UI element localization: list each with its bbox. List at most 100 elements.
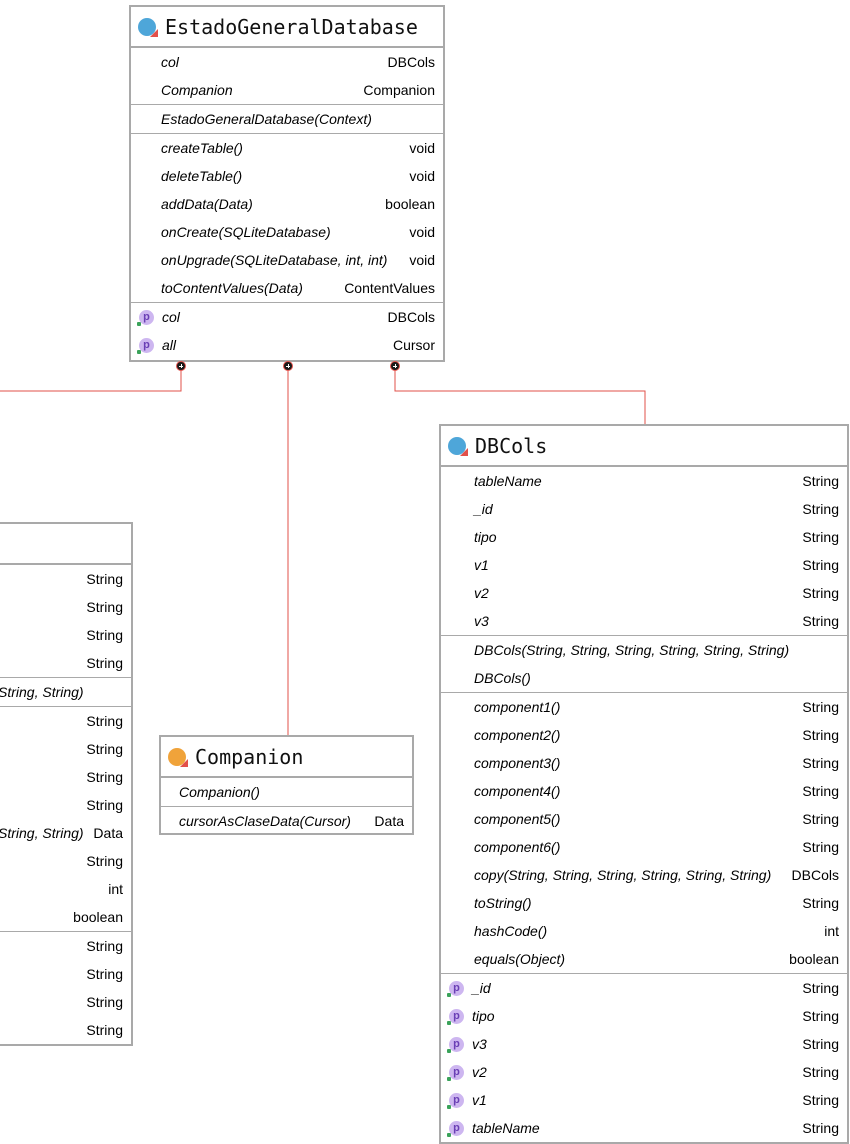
field-row[interactable]: v2 String [441,579,847,607]
member-type: String [802,755,839,771]
member-name: component4() [474,783,561,799]
member-type: String [802,1036,839,1052]
constructor-row[interactable]: DBCols(String, String, String, String, S… [441,636,847,664]
method-row[interactable]: toContentValues(Data) ContentValues [131,274,443,302]
member-type: void [409,140,435,156]
member-name: String, String) [0,825,84,841]
method-row[interactable]: component3() String [441,749,847,777]
property-row[interactable]: p col DBCols [131,303,443,331]
nested-class-connector-icon [283,361,293,371]
member-type: String [86,994,123,1010]
member-signature: DBCols() [474,670,531,686]
method-row[interactable]: addData(Data) boolean [131,190,443,218]
field-row[interactable]: v3 String [441,607,847,635]
property-row[interactable]: p v3 String [441,1030,847,1058]
property-row[interactable]: p v2 String [441,1058,847,1086]
property-row[interactable]: p _id String [441,974,847,1002]
member-type: boolean [385,196,435,212]
member-signature: component2() [474,727,560,743]
property-row[interactable]: String [0,1016,131,1044]
constructor-row[interactable]: EstadoGeneralDatabase(Context) [131,105,443,133]
member-signature: v2 [474,585,489,601]
method-row[interactable]: component1() String [441,693,847,721]
property-icon: p [447,1064,464,1081]
property-row[interactable]: p tableName String [441,1114,847,1142]
field-row[interactable]: tableName String [441,467,847,495]
field-row[interactable]: tipo String [441,523,847,551]
member-type: void [409,168,435,184]
constructor-row[interactable]: DBCols() [441,664,847,692]
member-name: v1 [474,557,489,573]
member-type: boolean [73,909,123,925]
member-signature: cursorAsClaseData(Cursor) [179,813,351,829]
methods-section: createTable() void deleteTable() void addDat… [131,133,443,302]
member-name: all [162,337,177,353]
member-name: EstadoGeneralDatabase(Context) [161,111,372,127]
member-name: deleteTable() [161,168,243,184]
method-row[interactable]: String [0,847,131,875]
constructor-row[interactable]: Companion() [161,778,412,806]
member-signature: component5() [474,811,560,827]
method-row[interactable]: deleteTable() void [131,162,443,190]
member-type: String [802,895,839,911]
method-row[interactable]: int [0,875,131,903]
method-row[interactable]: hashCode() int [441,917,847,945]
dbcols-class[interactable]: DBCols tableName String _id String tipo Strin… [439,424,849,1144]
member-signature: tableName [474,473,542,489]
methods-section: cursorAsClaseData(Cursor) Data [161,806,412,835]
method-row[interactable]: String, String) Data [0,819,131,847]
method-row[interactable]: String [0,707,131,735]
field-row[interactable]: v1 String [441,551,847,579]
method-row[interactable]: cursorAsClaseData(Cursor) Data [161,807,412,835]
field-row[interactable]: String [0,593,131,621]
member-name: tipo [472,1008,495,1024]
member-type: String [86,571,123,587]
nested-class-connector-icon [390,361,400,371]
method-row[interactable]: component4() String [441,777,847,805]
method-row[interactable]: String [0,791,131,819]
field-row[interactable]: _id String [441,495,847,523]
kotlin-class-icon [448,436,468,456]
field-row[interactable]: String [0,649,131,677]
property-row[interactable]: p all Cursor [131,331,443,359]
member-signature: p v2 [447,1064,487,1081]
method-row[interactable]: onCreate(SQLiteDatabase) void [131,218,443,246]
method-row[interactable]: toString() String [441,889,847,917]
property-icon: p [447,1036,464,1053]
constructors-section: EstadoGeneralDatabase(Context) [131,104,443,133]
property-row[interactable]: String [0,960,131,988]
field-row[interactable]: String [0,621,131,649]
methods-section: component1() String component2() String comp… [441,692,847,973]
method-row[interactable]: boolean [0,903,131,931]
property-row[interactable]: p v1 String [441,1086,847,1114]
member-signature: DBCols(String, String, String, String, S… [474,642,789,658]
member-name: component3() [474,755,561,771]
member-signature: tipo [474,529,497,545]
method-row[interactable]: component2() String [441,721,847,749]
property-row[interactable]: String [0,988,131,1016]
estado-general-database-class[interactable]: p EstadoGeneralDatabase col DBCols Compani… [129,5,445,362]
companion-class[interactable]: Companion Companion() cursorAsClaseData(… [159,735,414,835]
field-row[interactable]: col DBCols [131,48,443,76]
member-type: String [802,727,839,743]
method-row[interactable]: copy(String, String, String, String, Str… [441,861,847,889]
method-row[interactable]: String [0,735,131,763]
method-row[interactable]: equals(Object) boolean [441,945,847,973]
method-row[interactable]: component5() String [441,805,847,833]
constructor-row[interactable]: String, String) [0,678,131,706]
member-name: cursorAsClaseData(Cursor) [179,813,351,829]
member-signature: p col [137,309,180,326]
data-class-partial[interactable]: String String String String String, String)… [0,522,133,1046]
method-row[interactable]: component6() String [441,833,847,861]
field-row[interactable]: Companion Companion [131,76,443,104]
property-row[interactable]: p tipo String [441,1002,847,1030]
member-signature: copy(String, String, String, String, Str… [474,867,771,883]
field-row[interactable]: String [0,565,131,593]
method-row[interactable]: onUpgrade(SQLiteDatabase, int, int) void [131,246,443,274]
member-name: col [162,309,180,325]
method-row[interactable]: String [0,763,131,791]
property-row[interactable]: String [0,932,131,960]
connector-line-data-class [0,369,182,392]
member-name: copy(String, String, String, String, Str… [474,867,772,883]
method-row[interactable]: createTable() void [131,134,443,162]
